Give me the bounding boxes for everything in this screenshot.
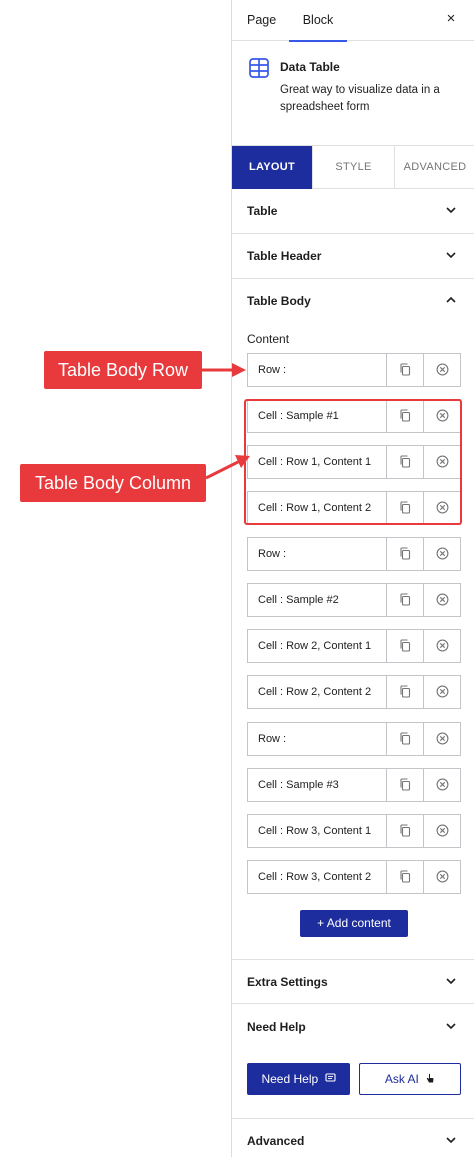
repeater-item-label: Cell : Row 2, Content 1 bbox=[258, 640, 372, 652]
settings-tabs: LAYOUT STYLE ADVANCED bbox=[232, 145, 474, 189]
remove-button[interactable] bbox=[423, 815, 460, 847]
need-help-button[interactable]: Need Help bbox=[247, 1063, 350, 1095]
ask-ai-button[interactable]: Ask AI bbox=[359, 1063, 461, 1095]
remove-button[interactable] bbox=[423, 538, 460, 570]
duplicate-button[interactable] bbox=[386, 630, 423, 662]
repeater-item[interactable]: Cell : Row 3, Content 2 bbox=[247, 860, 461, 894]
tab-advanced[interactable]: ADVANCED bbox=[395, 146, 474, 189]
duplicate-button[interactable] bbox=[386, 861, 423, 893]
remove-button[interactable] bbox=[423, 723, 460, 755]
block-card: Data Table Great way to visualize data i… bbox=[232, 41, 474, 144]
tab-page[interactable]: Page bbox=[247, 0, 276, 41]
remove-button[interactable] bbox=[423, 584, 460, 616]
duplicate-button[interactable] bbox=[386, 584, 423, 616]
section-extra-settings[interactable]: Extra Settings bbox=[232, 959, 474, 1004]
body-column-highlight bbox=[244, 399, 462, 525]
block-settings-sidebar: Page Block × Data Table Great way to vis… bbox=[231, 0, 474, 1157]
pointer-hand-icon bbox=[426, 1073, 434, 1083]
close-circle-icon bbox=[436, 778, 449, 791]
close-circle-icon bbox=[436, 732, 449, 745]
section-need-help-title: Need Help bbox=[247, 1020, 306, 1034]
chevron-down-icon bbox=[446, 1137, 456, 1144]
repeater-item[interactable]: Row : bbox=[247, 722, 461, 756]
copy-icon bbox=[400, 778, 411, 791]
block-title: Data Table bbox=[280, 60, 340, 74]
content-label: Content bbox=[247, 332, 290, 346]
repeater-item[interactable]: Cell : Row 2, Content 1 bbox=[247, 629, 461, 663]
copy-icon bbox=[400, 685, 411, 698]
repeater-item[interactable]: Cell : Sample #3 bbox=[247, 768, 461, 802]
block-description: Great way to visualize data in a spreads… bbox=[280, 84, 440, 113]
close-circle-icon bbox=[436, 363, 449, 376]
copy-icon bbox=[400, 639, 411, 652]
copy-icon bbox=[400, 363, 411, 376]
section-advanced-title: Advanced bbox=[247, 1134, 305, 1148]
close-circle-icon bbox=[436, 593, 449, 606]
duplicate-button[interactable] bbox=[386, 815, 423, 847]
remove-button[interactable] bbox=[423, 676, 460, 708]
duplicate-button[interactable] bbox=[386, 769, 423, 801]
section-need-help[interactable]: Need Help bbox=[232, 1005, 474, 1050]
add-content-button[interactable]: + Add content bbox=[300, 910, 408, 937]
repeater-item-label: Cell : Sample #2 bbox=[258, 594, 339, 606]
tab-style[interactable]: STYLE bbox=[313, 146, 395, 189]
duplicate-button[interactable] bbox=[386, 676, 423, 708]
repeater-item[interactable]: Row : bbox=[247, 537, 461, 571]
duplicate-button[interactable] bbox=[386, 354, 423, 386]
repeater-item[interactable]: Cell : Row 3, Content 1 bbox=[247, 814, 461, 848]
annotation-table-body-row: Table Body Row bbox=[44, 351, 202, 389]
section-extra-settings-title: Extra Settings bbox=[247, 975, 328, 989]
section-table[interactable]: Table bbox=[232, 189, 474, 234]
repeater-item-label: Row : bbox=[258, 364, 287, 376]
remove-button[interactable] bbox=[423, 354, 460, 386]
tab-layout[interactable]: LAYOUT bbox=[232, 146, 313, 189]
table-icon bbox=[249, 58, 269, 78]
repeater-item-label: Cell : Row 3, Content 1 bbox=[258, 825, 372, 837]
copy-icon bbox=[400, 593, 411, 606]
repeater-item[interactable]: Cell : Sample #2 bbox=[247, 583, 461, 617]
duplicate-button[interactable] bbox=[386, 538, 423, 570]
close-circle-icon bbox=[436, 685, 449, 698]
section-table-header-title: Table Header bbox=[247, 249, 322, 263]
section-table-body-title: Table Body bbox=[247, 294, 311, 308]
repeater-item-label: Cell : Row 3, Content 2 bbox=[258, 871, 372, 883]
copy-icon bbox=[400, 824, 411, 837]
need-help-label: Need Help bbox=[261, 1072, 319, 1086]
close-icon[interactable]: × bbox=[443, 11, 459, 27]
close-circle-icon bbox=[436, 547, 449, 560]
chevron-up-icon bbox=[446, 296, 456, 303]
chevron-down-icon bbox=[446, 978, 456, 985]
sidebar-tab-bar: Page Block × bbox=[232, 0, 474, 42]
copy-icon bbox=[400, 732, 411, 745]
copy-icon bbox=[400, 870, 411, 883]
section-table-header[interactable]: Table Header bbox=[232, 234, 474, 279]
remove-button[interactable] bbox=[423, 861, 460, 893]
section-table-body[interactable]: Table Body bbox=[232, 279, 474, 324]
section-advanced[interactable]: Advanced bbox=[232, 1118, 474, 1157]
ask-ai-label: Ask AI bbox=[384, 1072, 419, 1086]
repeater-item[interactable]: Cell : Row 2, Content 2 bbox=[247, 675, 461, 709]
close-circle-icon bbox=[436, 639, 449, 652]
chevron-down-icon bbox=[446, 252, 456, 259]
tab-block[interactable]: Block bbox=[289, 0, 347, 42]
tab-block-label: Block bbox=[302, 13, 334, 27]
remove-button[interactable] bbox=[423, 630, 460, 662]
chevron-down-icon bbox=[446, 1023, 456, 1030]
remove-button[interactable] bbox=[423, 769, 460, 801]
repeater-item-label: Row : bbox=[258, 733, 287, 745]
chat-icon bbox=[324, 1073, 336, 1082]
repeater-item[interactable]: Row : bbox=[247, 353, 461, 387]
screenshot-left-margin bbox=[0, 0, 231, 1157]
section-table-title: Table bbox=[247, 204, 278, 218]
close-circle-icon bbox=[436, 870, 449, 883]
copy-icon bbox=[400, 547, 411, 560]
close-circle-icon bbox=[436, 824, 449, 837]
duplicate-button[interactable] bbox=[386, 723, 423, 755]
repeater-item-label: Row : bbox=[258, 548, 287, 560]
repeater-item-label: Cell : Sample #3 bbox=[258, 779, 339, 791]
chevron-down-icon bbox=[446, 207, 456, 214]
annotation-table-body-column: Table Body Column bbox=[20, 464, 206, 502]
repeater-item-label: Cell : Row 2, Content 2 bbox=[258, 686, 372, 698]
